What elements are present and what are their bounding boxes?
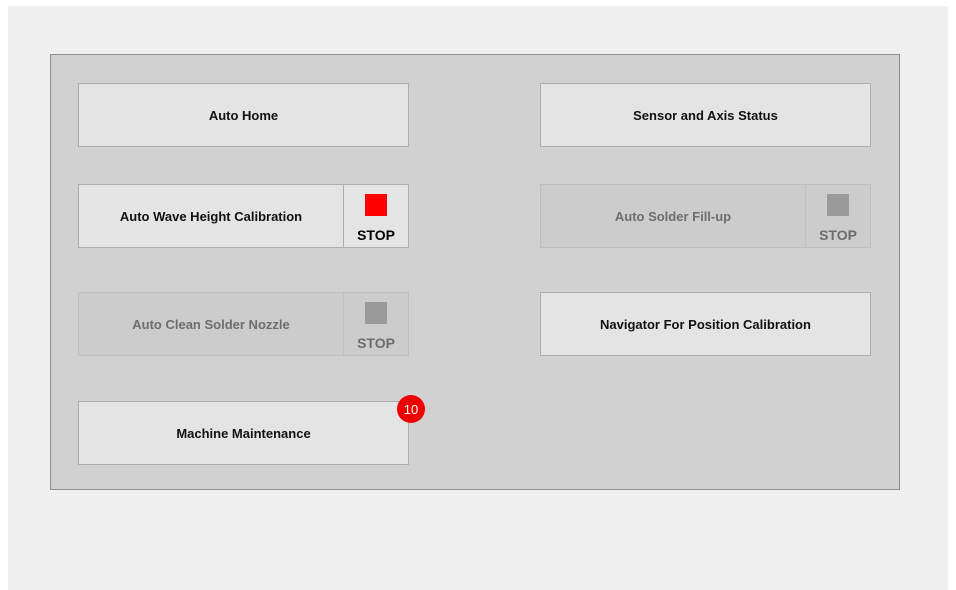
stop-indicator-icon <box>827 194 849 216</box>
auto-home-button[interactable]: Auto Home <box>78 83 409 147</box>
stop-indicator-icon <box>365 194 387 216</box>
wave-height-stop-button[interactable]: STOP <box>343 184 409 248</box>
sensor-axis-status-button[interactable]: Sensor and Axis Status <box>540 83 871 147</box>
maintenance-count-badge: 10 <box>397 395 425 423</box>
machine-maintenance-button[interactable]: Machine Maintenance <box>78 401 409 465</box>
stop-label: STOP <box>357 227 395 243</box>
clean-nozzle-stop-button[interactable]: STOP <box>343 292 409 356</box>
main-window: Auto Home Sensor and Axis Status Auto Wa… <box>8 6 948 590</box>
auto-wave-height-calibration-button[interactable]: Auto Wave Height Calibration <box>78 184 344 248</box>
auto-solder-fillup-button[interactable]: Auto Solder Fill-up <box>540 184 806 248</box>
auto-clean-solder-nozzle-button[interactable]: Auto Clean Solder Nozzle <box>78 292 344 356</box>
stop-label: STOP <box>819 227 857 243</box>
operations-panel: Auto Home Sensor and Axis Status Auto Wa… <box>50 54 900 490</box>
navigator-position-calibration-button[interactable]: Navigator For Position Calibration <box>540 292 871 356</box>
stop-label: STOP <box>357 335 395 351</box>
solder-fillup-stop-button[interactable]: STOP <box>805 184 871 248</box>
stop-indicator-icon <box>365 302 387 324</box>
